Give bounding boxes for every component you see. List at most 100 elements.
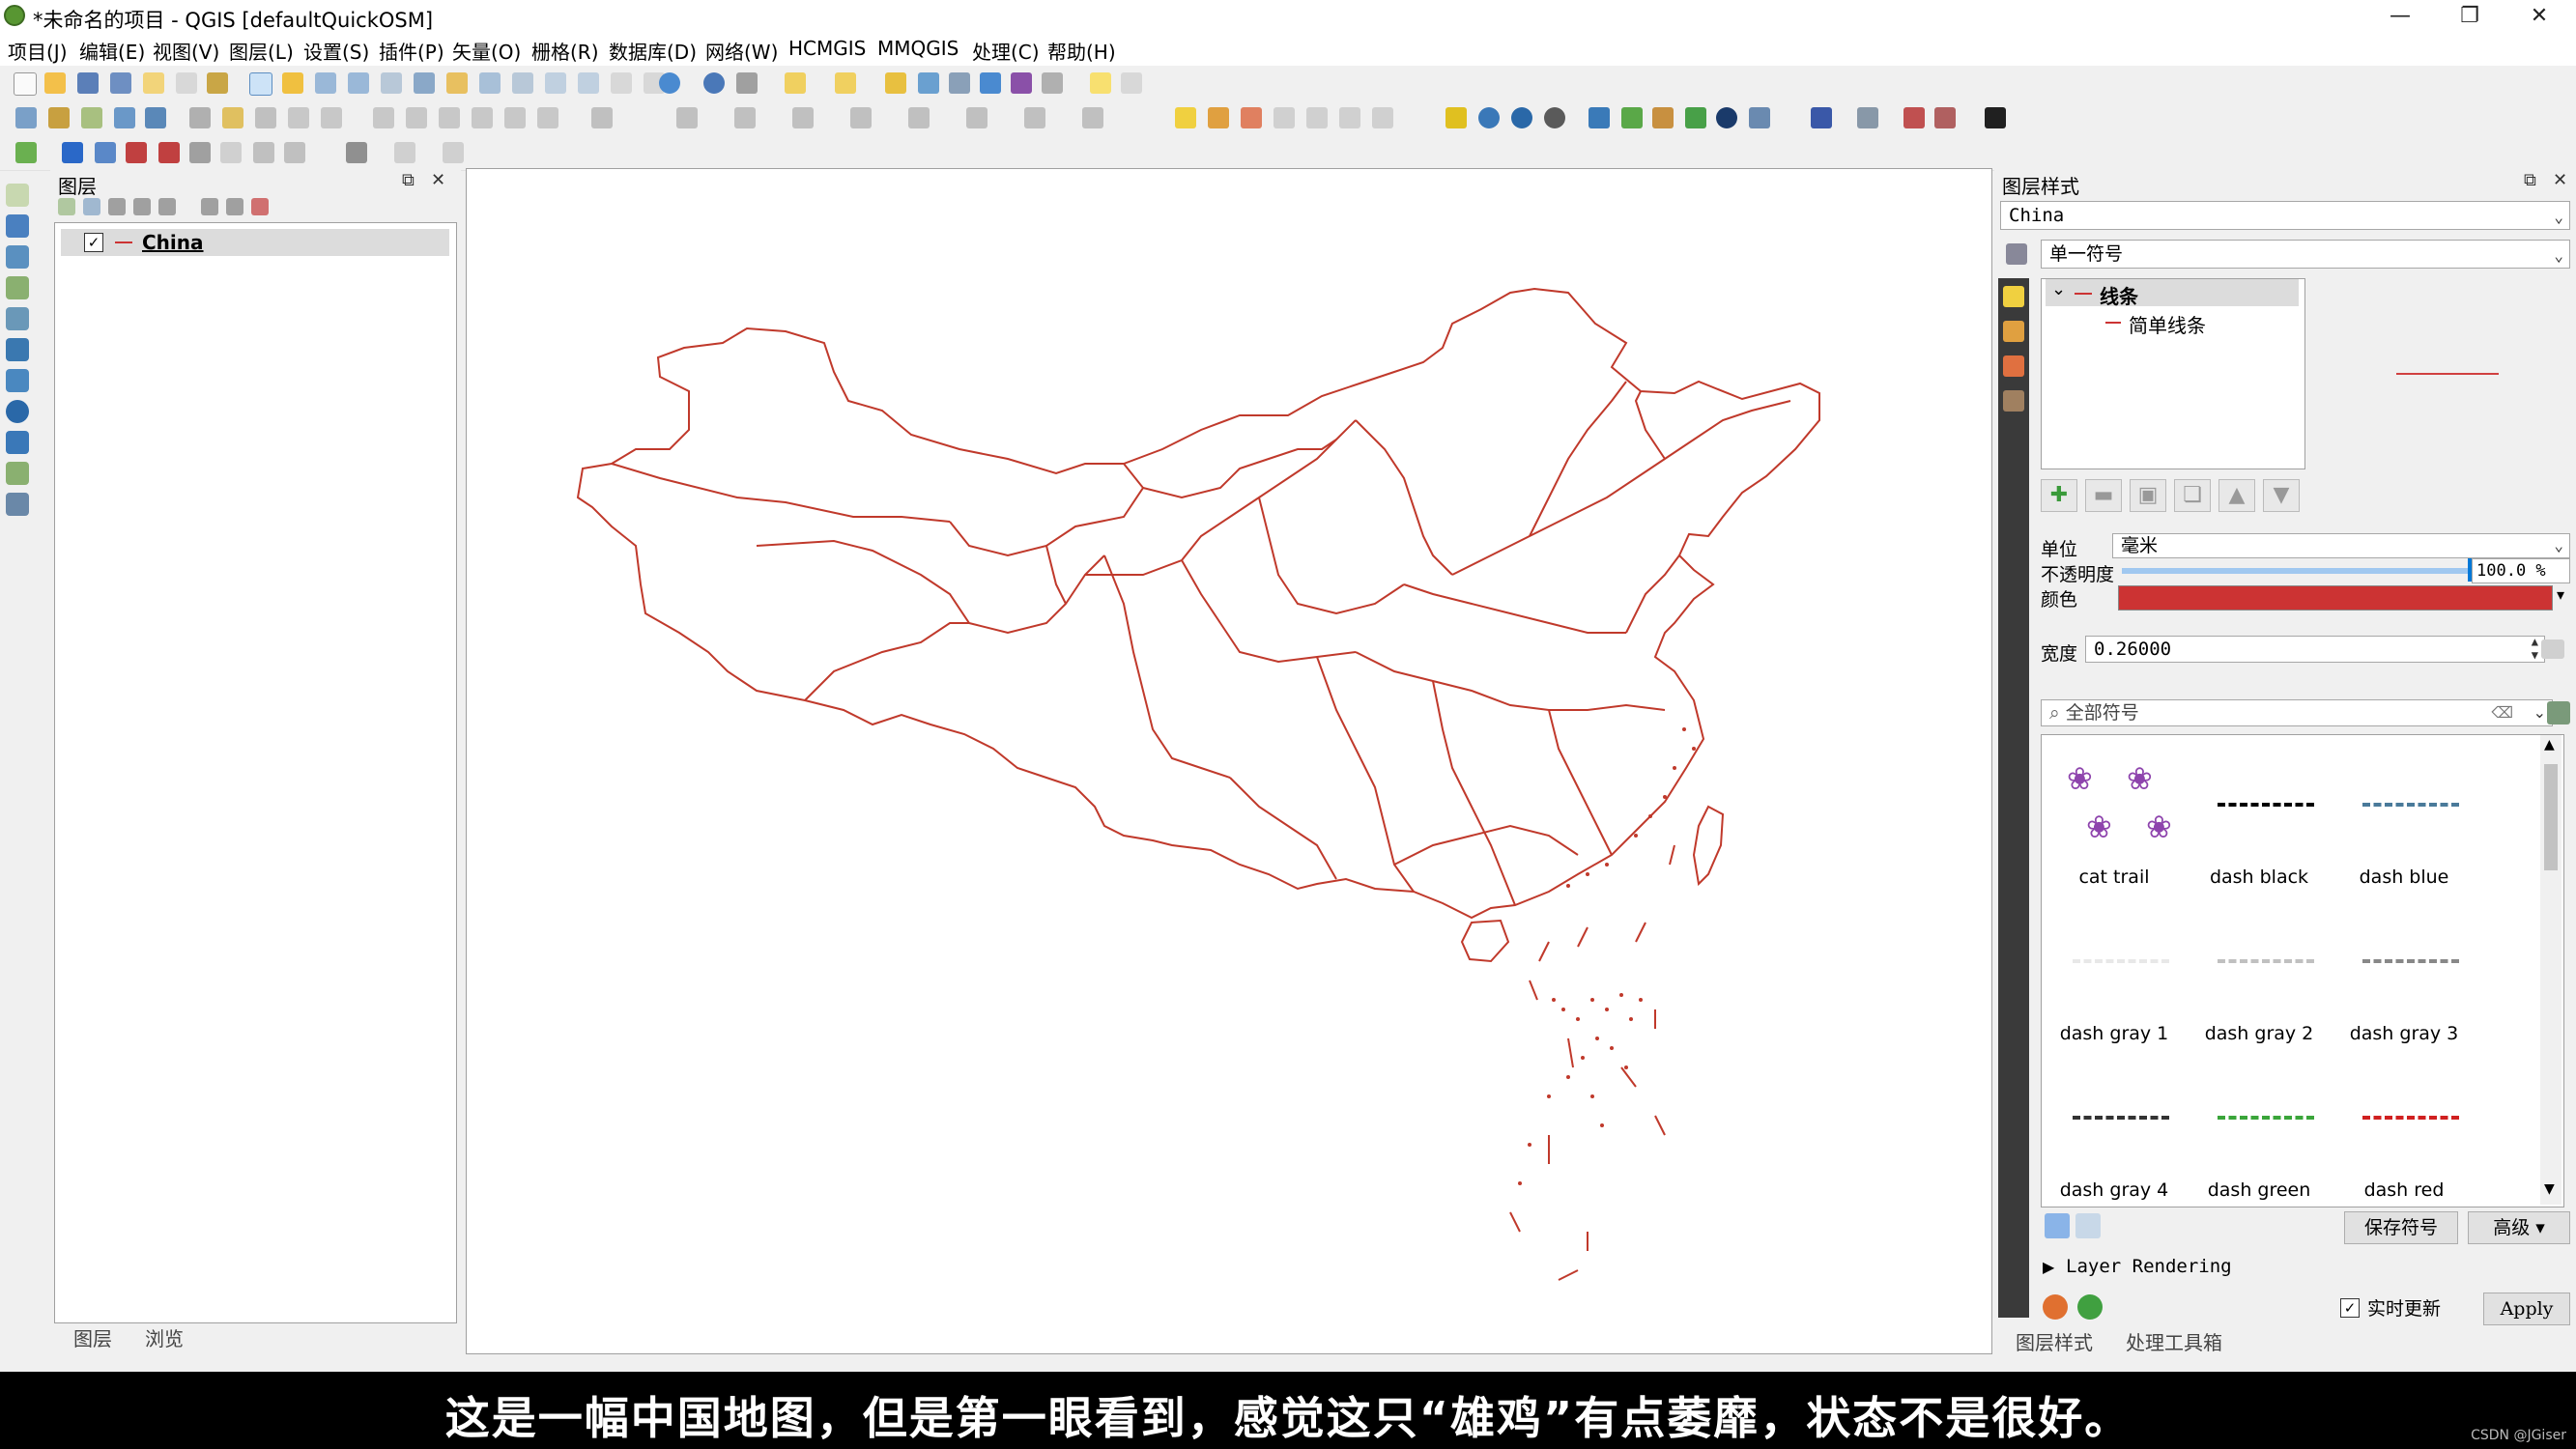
diagram-icon[interactable] bbox=[1372, 107, 1393, 128]
history-tab-icon[interactable] bbox=[2003, 390, 2024, 412]
expand-triangle-icon[interactable]: ▶ bbox=[2043, 1258, 2054, 1276]
current-edits-icon[interactable] bbox=[189, 107, 211, 128]
globe-icon[interactable] bbox=[1478, 107, 1500, 128]
zoom-out-icon[interactable] bbox=[348, 72, 369, 94]
apply-button[interactable]: Apply bbox=[2483, 1293, 2570, 1325]
vertex-tool-icon[interactable] bbox=[321, 107, 342, 128]
expand-all-icon[interactable] bbox=[201, 198, 218, 215]
add-group-icon[interactable] bbox=[83, 198, 100, 215]
color-button[interactable] bbox=[2118, 585, 2553, 611]
style-manager-icon[interactable] bbox=[207, 72, 228, 94]
symbol-dash-gray-2[interactable]: dash gray 2 bbox=[2187, 892, 2332, 1044]
move-label-icon[interactable] bbox=[1274, 107, 1295, 128]
advanced-digitizing-icon[interactable] bbox=[676, 107, 698, 128]
add-wcs-layer-icon[interactable] bbox=[6, 400, 29, 423]
cut-features-icon[interactable] bbox=[406, 107, 427, 128]
redo-icon[interactable] bbox=[537, 107, 558, 128]
offset-curve-icon[interactable] bbox=[1082, 107, 1103, 128]
delete-selected-icon[interactable] bbox=[373, 107, 394, 128]
symbol-grid-scrollbar[interactable]: ▲ ▼ bbox=[2540, 735, 2562, 1205]
new-spatialite-icon[interactable] bbox=[114, 107, 135, 128]
symbol-dash-gray-3[interactable]: dash gray 3 bbox=[2332, 892, 2476, 1044]
lock-symbol-layer-button[interactable]: ▣ bbox=[2130, 479, 2166, 512]
zoom-native-icon[interactable] bbox=[512, 72, 533, 94]
text-annotation-icon[interactable] bbox=[1121, 72, 1142, 94]
add-ring-icon[interactable] bbox=[850, 107, 872, 128]
more-tools-icon[interactable] bbox=[394, 142, 415, 163]
plugin-red2-icon[interactable] bbox=[1934, 107, 1956, 128]
opacity-slider-track[interactable] bbox=[2122, 568, 2520, 574]
icon-view-icon[interactable] bbox=[2045, 1213, 2070, 1238]
diagrams-tab-icon[interactable] bbox=[2003, 355, 2024, 377]
move-down-button[interactable]: ▼ bbox=[2263, 479, 2300, 512]
open-project-icon[interactable] bbox=[44, 72, 66, 94]
merge-features-icon[interactable] bbox=[1024, 107, 1045, 128]
scroll-down-icon[interactable]: ▼ bbox=[2544, 1181, 2555, 1197]
simplify-icon[interactable] bbox=[792, 107, 814, 128]
add-mesh-layer-icon[interactable] bbox=[6, 245, 29, 269]
star-icon[interactable] bbox=[62, 142, 83, 163]
save-edits-icon[interactable] bbox=[255, 107, 276, 128]
menu-settings[interactable]: 设置(S) bbox=[303, 37, 369, 65]
new-shapefile-icon[interactable] bbox=[81, 107, 102, 128]
clear-search-icon[interactable]: ⌫ bbox=[2491, 700, 2513, 725]
map-canvas[interactable] bbox=[466, 168, 1992, 1354]
tab-layers[interactable]: 图层 bbox=[73, 1323, 112, 1351]
scrollbar-thumb[interactable] bbox=[2544, 764, 2558, 870]
measure-icon[interactable] bbox=[1042, 72, 1063, 94]
save-symbol-button[interactable]: 保存符号 bbox=[2344, 1211, 2458, 1244]
remove-symbol-layer-button[interactable]: ▬ bbox=[2085, 479, 2122, 512]
menu-processing[interactable]: 处理(C) bbox=[972, 37, 1040, 65]
plugin-green-icon[interactable] bbox=[1621, 107, 1643, 128]
symbol-cat-trail[interactable]: ❀ ❀ ❀ ❀ cat trail bbox=[2042, 735, 2187, 888]
zoom-layer-icon[interactable] bbox=[479, 72, 501, 94]
plugin-layers-icon[interactable] bbox=[1685, 107, 1706, 128]
data-source-manager-icon[interactable] bbox=[15, 107, 37, 128]
actions-icon[interactable] bbox=[736, 72, 758, 94]
deselect-icon[interactable] bbox=[885, 72, 906, 94]
menu-view[interactable]: 视图(V) bbox=[153, 37, 219, 65]
layer-rendering-section[interactable]: Layer Rendering bbox=[2066, 1256, 2232, 1277]
plugin-camera-icon[interactable] bbox=[1652, 107, 1674, 128]
tree-child-row[interactable]: 简单线条 bbox=[2100, 310, 2293, 337]
menu-raster[interactable]: 栅格(R) bbox=[531, 37, 599, 65]
spin-arrows-icon[interactable]: ▲ ▼ bbox=[2532, 635, 2538, 662]
pan-to-selection-icon[interactable] bbox=[282, 72, 303, 94]
paste-features-icon[interactable] bbox=[472, 107, 493, 128]
tab-processing-toolbox[interactable]: 处理工具箱 bbox=[2126, 1327, 2222, 1355]
restore-button[interactable]: ❐ bbox=[2435, 0, 2504, 35]
menu-hcmgis[interactable]: HCMGIS bbox=[788, 37, 866, 60]
add-layer-icon[interactable] bbox=[15, 142, 37, 163]
minimize-button[interactable]: — bbox=[2365, 0, 2435, 35]
tab-layer-styling[interactable]: 图层样式 bbox=[2016, 1327, 2093, 1355]
processing-toolbox-icon[interactable] bbox=[980, 72, 1001, 94]
duplicate-symbol-layer-button[interactable]: ❏ bbox=[2174, 479, 2211, 512]
show-hide-labels-icon[interactable] bbox=[1241, 107, 1262, 128]
unit-dropdown[interactable]: 毫米 ⌄ bbox=[2112, 533, 2570, 558]
add-feature-icon[interactable] bbox=[288, 107, 309, 128]
add-delimited-text-icon[interactable] bbox=[6, 276, 29, 299]
plugin-help-icon[interactable] bbox=[1811, 107, 1832, 128]
save-project-icon[interactable] bbox=[77, 72, 99, 94]
list-view-icon[interactable] bbox=[2075, 1213, 2101, 1238]
float-panel-icon[interactable]: ⧉ bbox=[402, 170, 415, 190]
rotate-label-icon[interactable] bbox=[1306, 107, 1328, 128]
symbol-search-input[interactable]: ⌕ 全部符号 ⌫ ⌄ bbox=[2041, 699, 2553, 726]
print-layout-icon[interactable] bbox=[143, 72, 164, 94]
add-wfs-layer-icon[interactable] bbox=[6, 431, 29, 454]
symbol-dash-gray-4[interactable]: dash gray 4 bbox=[2042, 1048, 2187, 1201]
add-part-icon[interactable] bbox=[908, 107, 930, 128]
layer-row-china[interactable]: ✓ China bbox=[61, 229, 449, 256]
layout-manager-icon[interactable] bbox=[176, 72, 197, 94]
ruler-icon[interactable] bbox=[189, 142, 211, 163]
zoom-last-icon[interactable] bbox=[545, 72, 566, 94]
attribute-table-icon[interactable] bbox=[918, 72, 939, 94]
menu-project[interactable]: 项目(J) bbox=[8, 37, 68, 65]
pan-icon[interactable] bbox=[249, 72, 272, 96]
grid-tool-icon[interactable] bbox=[253, 142, 274, 163]
new-temp-layer-icon[interactable] bbox=[145, 107, 166, 128]
tree-root-row[interactable]: ⌄ 线条 bbox=[2046, 279, 2299, 308]
undo-style-icon[interactable] bbox=[2043, 1294, 2068, 1320]
python-icon[interactable] bbox=[1589, 107, 1610, 128]
select-by-value-icon[interactable] bbox=[835, 72, 856, 94]
